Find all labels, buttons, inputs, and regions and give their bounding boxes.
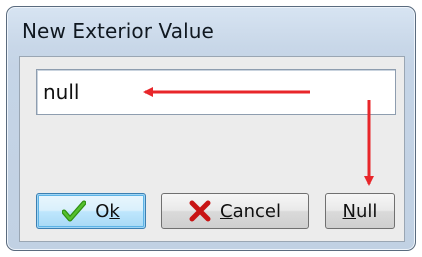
cross-icon	[189, 200, 211, 222]
checkmark-icon	[62, 200, 87, 222]
cancel-button-label: Cancel	[220, 200, 281, 222]
null-button[interactable]: Null	[325, 193, 395, 229]
ok-button-label: Ok	[95, 200, 120, 222]
ok-button[interactable]: Ok	[36, 193, 146, 229]
value-input[interactable]	[36, 69, 396, 115]
null-button-label: Null	[342, 200, 378, 222]
dialog-title: New Exterior Value	[22, 19, 214, 43]
cancel-button[interactable]: Cancel	[161, 193, 309, 229]
